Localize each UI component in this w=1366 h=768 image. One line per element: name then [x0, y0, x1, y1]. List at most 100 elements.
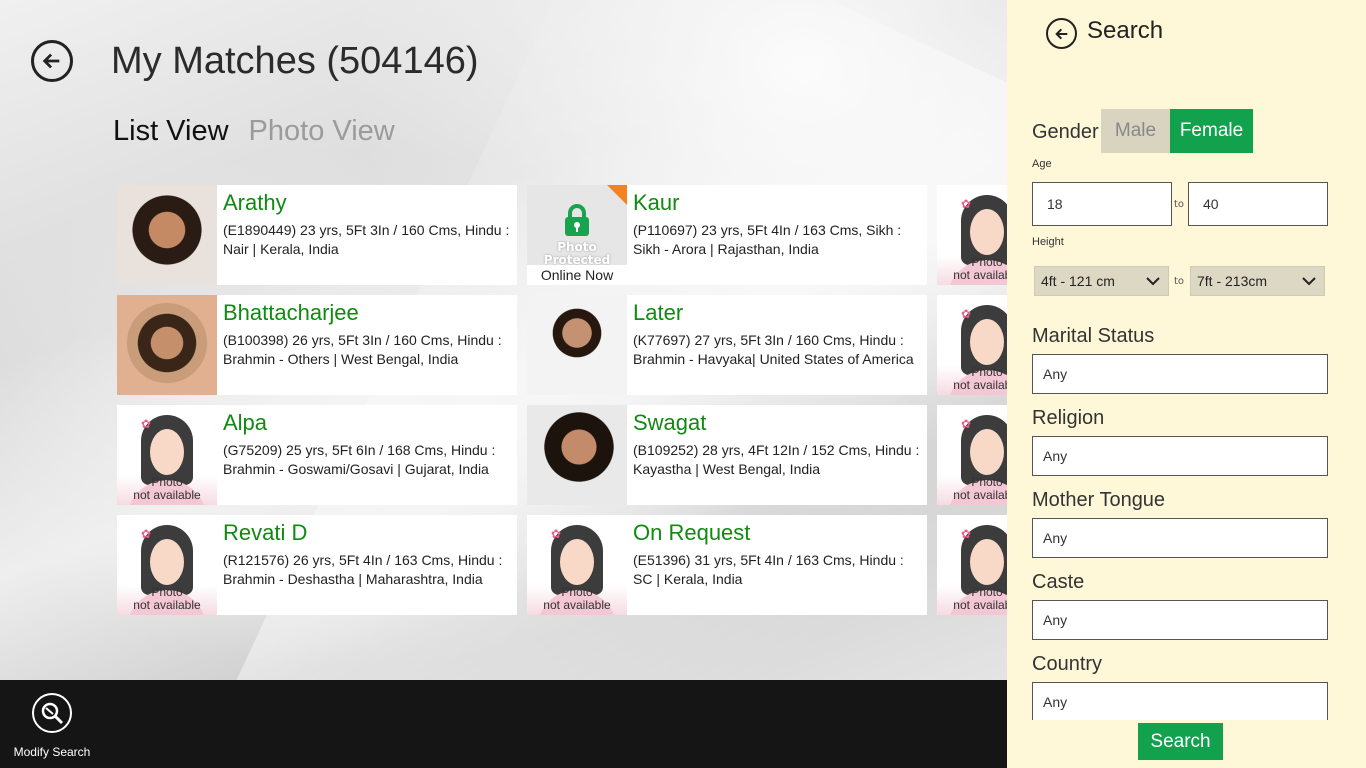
search-button[interactable]: Search — [1138, 723, 1223, 760]
match-card[interactable]: ✿ Photonot available — [937, 185, 1007, 285]
flower-icon: ✿ — [141, 417, 152, 431]
match-details: (E1890449) 23 yrs, 5Ft 3In / 160 Cms, Hi… — [223, 222, 510, 257]
gender-male-option[interactable]: Male — [1101, 109, 1170, 153]
status-corner-flag — [607, 185, 627, 205]
panel-title: Search — [1087, 17, 1164, 44]
flower-icon: ✿ — [961, 307, 972, 321]
height-to-select[interactable]: 7ft - 213cm — [1190, 266, 1325, 296]
match-card[interactable]: Later (K77697) 27 yrs, 5Ft 3In / 160 Cms… — [527, 295, 927, 395]
page-title: My Matches (504146) — [111, 40, 479, 82]
match-details: (B109252) 28 yrs, 4Ft 12In / 152 Cms, Hi… — [633, 442, 920, 477]
flower-icon: ✿ — [961, 527, 972, 541]
tab-photo-view[interactable]: Photo View — [249, 115, 395, 148]
matches-area: My Matches (504146) List View Photo View… — [0, 0, 1007, 680]
placeholder-line1: Photo — [151, 585, 183, 599]
profile-photo — [117, 295, 217, 395]
placeholder-line2: not available — [953, 598, 1007, 612]
photo-protected-text: Photo Protected — [543, 241, 611, 265]
religion-label: Religion — [1032, 407, 1105, 429]
age-from-input[interactable]: 18 — [1032, 182, 1172, 226]
match-card[interactable]: ✿ Photo not available On Request (E51396)… — [527, 515, 927, 615]
placeholder-line2: not available — [133, 488, 201, 502]
arrow-left-icon — [1054, 28, 1067, 39]
caste-field[interactable]: Any — [1032, 600, 1328, 640]
profile-photo — [527, 295, 627, 395]
height-from-select[interactable]: 4ft - 121 cm — [1034, 266, 1169, 296]
match-name[interactable]: Revati D — [223, 519, 511, 547]
view-switcher: List View Photo View — [113, 115, 395, 148]
match-name[interactable]: On Request — [633, 519, 921, 547]
match-details: (P110697) 23 yrs, 5Ft 4In / 163 Cms, Sik… — [633, 222, 902, 257]
match-name[interactable]: Later — [633, 299, 921, 327]
placeholder-line1: Photo — [971, 475, 1003, 489]
flower-icon: ✿ — [961, 417, 972, 431]
placeholder-line1: Photo — [151, 475, 183, 489]
no-photo-placeholder: ✿ Photonot available — [527, 515, 627, 615]
match-details: (B100398) 26 yrs, 5Ft 3In / 160 Cms, Hin… — [223, 332, 502, 367]
flower-icon: ✿ — [961, 197, 972, 211]
app-bar: Modify Search — [0, 680, 1007, 768]
placeholder-line2: not available — [543, 598, 611, 612]
match-details: (R121576) 26 yrs, 5Ft 4In / 163 Cms, Hin… — [223, 552, 503, 587]
country-field[interactable]: Any — [1032, 682, 1328, 720]
no-photo-placeholder: ✿ Photonot available — [937, 405, 1007, 505]
chevron-down-icon — [1302, 276, 1316, 285]
match-card[interactable]: ✿ Photonot available — [937, 405, 1007, 505]
no-photo-placeholder: ✿ Photonot available — [937, 295, 1007, 395]
match-card[interactable]: Bhattacharjee (B100398) 26 yrs, 5Ft 3In … — [117, 295, 517, 395]
arrow-left-icon — [42, 53, 60, 69]
match-card[interactable]: ✿ Photo not available Alpa (G75209) 25 yr… — [117, 405, 517, 505]
match-card[interactable]: ✿ Photonot available — [937, 515, 1007, 615]
placeholder-line2: not available — [133, 598, 201, 612]
no-photo-placeholder: ✿ Photonot available — [117, 405, 217, 505]
search-settings-icon — [32, 693, 72, 733]
height-from-value: 4ft - 121 cm — [1041, 273, 1115, 289]
gender-label: Gender — [1032, 121, 1099, 143]
profile-photo — [117, 185, 217, 285]
mother-tongue-field[interactable]: Any — [1032, 518, 1328, 558]
gender-female-option[interactable]: Female — [1170, 109, 1253, 153]
tab-list-view[interactable]: List View — [113, 115, 229, 148]
placeholder-line2: not available — [953, 488, 1007, 502]
no-photo-placeholder: ✿ Photonot available — [937, 515, 1007, 615]
religion-field[interactable]: Any — [1032, 436, 1328, 476]
profile-photo — [527, 405, 627, 505]
match-details: (E51396) 31 yrs, 5Ft 4In / 163 Cms, Hind… — [633, 552, 904, 587]
placeholder-line2: not available — [953, 268, 1007, 282]
match-name[interactable]: Arathy — [223, 189, 511, 217]
placeholder-line1: Photo — [971, 365, 1003, 379]
placeholder-line1: Photo — [971, 255, 1003, 269]
placeholder-line1: Photo — [561, 585, 593, 599]
height-label: Height — [1032, 236, 1064, 248]
flower-icon: ✿ — [141, 527, 152, 541]
age-to-separator: to — [1174, 199, 1185, 210]
lock-icon — [565, 204, 589, 236]
match-details: (G75209) 25 yrs, 5Ft 6In / 168 Cms, Hind… — [223, 442, 496, 477]
chevron-down-icon — [1146, 276, 1160, 285]
match-card[interactable]: Photo Protected Online Now Kaur (P110697… — [527, 185, 927, 285]
country-label: Country — [1032, 653, 1103, 675]
match-name[interactable]: Swagat — [633, 409, 921, 437]
match-name[interactable]: Kaur — [633, 189, 921, 217]
match-name[interactable]: Alpa — [223, 409, 511, 437]
back-button[interactable] — [31, 40, 73, 82]
match-details: (K77697) 27 yrs, 5Ft 3In / 160 Cms, Hind… — [633, 332, 914, 367]
placeholder-line1: Photo — [971, 585, 1003, 599]
age-to-input[interactable]: 40 — [1188, 182, 1328, 226]
online-status: Online Now — [527, 265, 627, 285]
gender-toggle: Male Female — [1101, 109, 1253, 153]
height-to-separator: to — [1174, 276, 1185, 287]
marital-status-field[interactable]: Any — [1032, 354, 1328, 394]
caste-label: Caste — [1032, 571, 1085, 593]
match-card[interactable]: ✿ Photo not available Revati D (R121576) … — [117, 515, 517, 615]
match-card[interactable]: Arathy (E1890449) 23 yrs, 5Ft 3In / 160 … — [117, 185, 517, 285]
modify-search-button[interactable]: Modify Search — [10, 693, 94, 759]
no-photo-placeholder: ✿ Photonot available — [117, 515, 217, 615]
match-card[interactable]: ✿ Photonot available — [937, 295, 1007, 395]
match-card[interactable]: Swagat (B109252) 28 yrs, 4Ft 12In / 152 … — [527, 405, 927, 505]
marital-status-label: Marital Status — [1032, 325, 1155, 347]
match-name[interactable]: Bhattacharjee — [223, 299, 511, 327]
panel-back-button[interactable] — [1046, 18, 1077, 49]
flower-icon: ✿ — [551, 527, 562, 541]
search-panel: Search Gender Male Female Age 18 to 40 H… — [1007, 0, 1366, 768]
